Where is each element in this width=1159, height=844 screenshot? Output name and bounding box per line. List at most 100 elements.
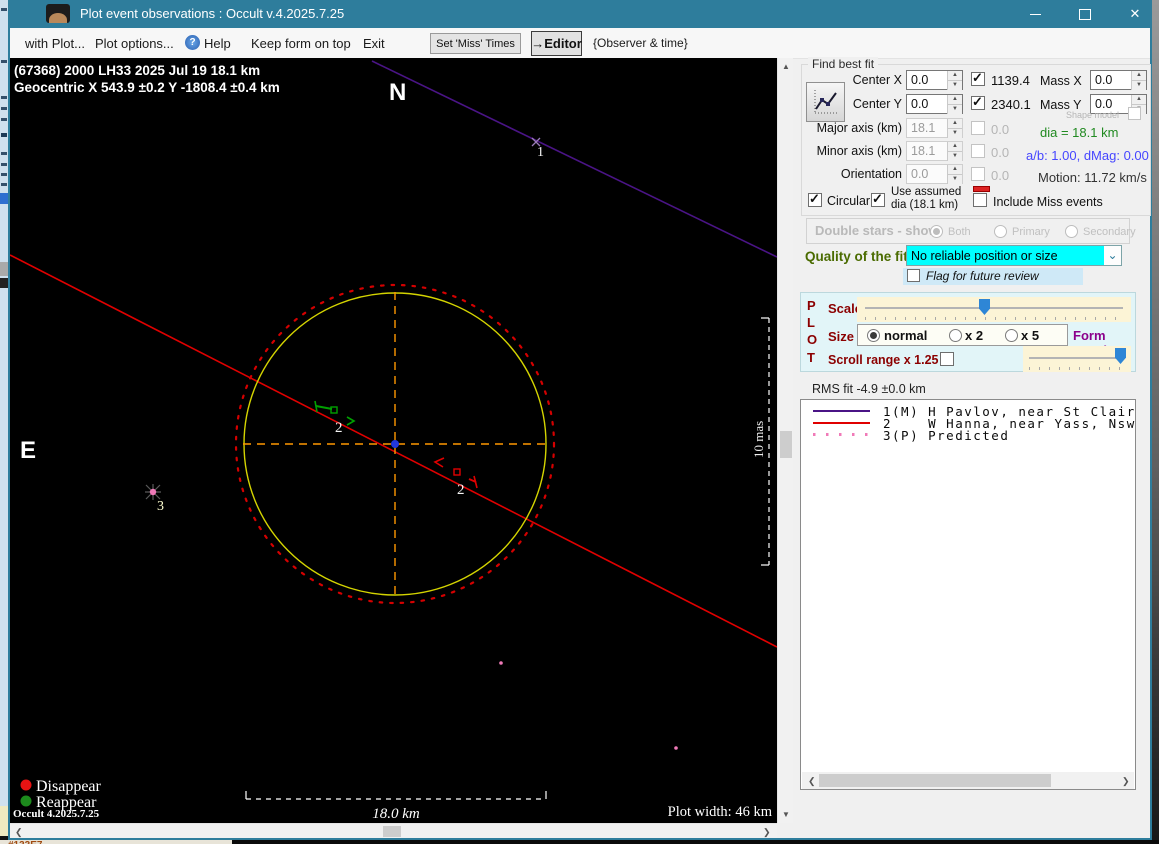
major-axis-spinner[interactable]: 18.1 ▲▼ bbox=[906, 118, 963, 138]
center-x-label: Center X bbox=[840, 73, 902, 87]
center-y-spinner[interactable]: 0.0 ▲▼ bbox=[906, 94, 963, 114]
shape-model-label: Shape model bbox=[1066, 110, 1119, 120]
include-miss-label: Include Miss events bbox=[993, 195, 1103, 209]
opacity-slider[interactable] bbox=[1023, 346, 1131, 372]
major-axis-checkbox[interactable] bbox=[971, 121, 985, 135]
sliver-mark bbox=[1, 173, 7, 176]
motion-text: Motion: 11.72 km/s bbox=[1038, 170, 1147, 185]
sliver-mark bbox=[1, 107, 7, 110]
sliver-mark bbox=[0, 262, 8, 276]
opacity-slider-thumb[interactable] bbox=[1115, 348, 1126, 364]
find-best-fit-label: Find best fit bbox=[808, 57, 878, 71]
spin-down-icon: ▼ bbox=[947, 175, 962, 184]
double-both-radio[interactable] bbox=[930, 225, 943, 238]
sliver-mark bbox=[1, 163, 7, 166]
spin-up-icon[interactable]: ▲ bbox=[1131, 71, 1146, 81]
sliver-mark bbox=[1, 133, 7, 137]
set-miss-times-button[interactable]: Set 'Miss' Times bbox=[430, 33, 521, 54]
spin-down-icon: ▼ bbox=[947, 152, 962, 161]
scroll-down-icon[interactable]: ▼ bbox=[782, 810, 790, 820]
spin-up-icon[interactable]: ▲ bbox=[1131, 95, 1146, 105]
observer-list-hscroll-thumb[interactable] bbox=[819, 774, 1051, 787]
menu-with-plot[interactable]: with Plot... bbox=[25, 36, 85, 51]
flag-review-checkbox[interactable] bbox=[907, 269, 920, 282]
x-check-value: 1139.4 bbox=[991, 73, 1030, 88]
plot-hscrollbar[interactable]: ❮ ❯ bbox=[10, 823, 777, 838]
minimize-button[interactable] bbox=[1012, 1, 1058, 27]
size-x5-radio[interactable] bbox=[1005, 329, 1018, 342]
list-item[interactable]: 3(P) Predicted bbox=[811, 429, 1131, 441]
observer-list-hscrollbar[interactable]: ❮ ❯ bbox=[802, 772, 1134, 789]
menu-plot-options[interactable]: Plot options... bbox=[95, 36, 174, 51]
editor-button[interactable]: →Editor bbox=[531, 31, 582, 56]
window-title: Plot event observations : Occult v.4.202… bbox=[80, 6, 344, 21]
quality-label: Quality of the fit bbox=[805, 249, 908, 264]
observer-list[interactable]: 1(M) H Pavlov, near St Clair 2 W Hanna, … bbox=[800, 399, 1136, 790]
include-miss-checkbox[interactable] bbox=[973, 193, 987, 207]
double-primary-radio[interactable] bbox=[994, 225, 1007, 238]
plot-title-line1: (67368) 2000 LH33 2025 Jul 19 18.1 km bbox=[14, 63, 260, 78]
quality-combobox[interactable]: No reliable position or size ⌄ bbox=[906, 245, 1122, 266]
app-icon bbox=[46, 4, 70, 23]
spin-up-icon[interactable]: ▲ bbox=[947, 95, 962, 105]
menu-keep-on-top[interactable]: Keep form on top bbox=[251, 36, 351, 51]
orientation-check-value: 0.0 bbox=[991, 168, 1009, 183]
maximize-icon bbox=[1079, 9, 1091, 20]
y-fit-checkbox[interactable]: ✓ bbox=[971, 96, 985, 110]
east-label: E bbox=[20, 437, 36, 464]
x-fit-checkbox[interactable]: ✓ bbox=[971, 72, 985, 86]
minor-check-value: 0.0 bbox=[991, 145, 1009, 160]
bottom-strip-right bbox=[232, 840, 1159, 844]
center-x-spinner[interactable]: 0.0 ▲▼ bbox=[906, 70, 963, 90]
predicted-dot bbox=[499, 661, 503, 665]
use-assumed-checkbox[interactable]: ✓ bbox=[871, 193, 885, 207]
spin-down-icon[interactable]: ▼ bbox=[1131, 81, 1146, 90]
check-icon: ✓ bbox=[972, 70, 983, 86]
scroll-left-icon[interactable]: ❮ bbox=[15, 827, 23, 837]
title-bar[interactable]: Plot event observations : Occult v.4.202… bbox=[8, 0, 1152, 28]
check-icon: ✓ bbox=[972, 94, 983, 110]
scroll-up-icon[interactable]: ▲ bbox=[782, 62, 790, 72]
plot-title-line2: Geocentric X 543.9 ±0.2 Y -1808.4 ±0.4 k… bbox=[14, 80, 280, 95]
y-check-value: 2340.1 bbox=[991, 97, 1031, 112]
mass-x-spinner[interactable]: 0.0 ▲▼ bbox=[1090, 70, 1147, 90]
close-icon: ✕ bbox=[1130, 6, 1141, 22]
chord1-line bbox=[372, 61, 777, 257]
scroll-right-icon[interactable]: ❯ bbox=[1122, 776, 1130, 786]
scroll-left-icon[interactable]: ❮ bbox=[808, 776, 816, 786]
spin-down-icon[interactable]: ▼ bbox=[947, 105, 962, 114]
size-normal-radio[interactable] bbox=[867, 329, 880, 342]
orientation-spinner[interactable]: 0.0 ▲▼ bbox=[906, 164, 963, 184]
circular-checkbox[interactable]: ✓ bbox=[808, 193, 822, 207]
scale-slider[interactable] bbox=[857, 297, 1131, 322]
maximize-button[interactable] bbox=[1062, 1, 1108, 27]
scale-slider-thumb[interactable] bbox=[979, 299, 990, 315]
scroll-right-icon[interactable]: ❯ bbox=[763, 827, 771, 837]
spin-up-icon[interactable]: ▲ bbox=[947, 71, 962, 81]
double-secondary-radio[interactable] bbox=[1065, 225, 1078, 238]
legend-disappear-dot bbox=[21, 780, 32, 791]
spin-down-icon[interactable]: ▼ bbox=[947, 81, 962, 90]
chord1-swatch bbox=[813, 410, 870, 412]
ab-dmag-text: a/b: 1.00, dMag: 0.00 bbox=[1026, 148, 1149, 163]
plot-vscrollbar[interactable]: ▲ ▼ bbox=[777, 58, 793, 823]
minor-axis-checkbox[interactable] bbox=[971, 144, 985, 158]
predicted-label: 3 bbox=[157, 499, 164, 514]
scroll-range-label: Scroll range x 1.25 bbox=[828, 353, 938, 367]
plot-hscroll-thumb[interactable] bbox=[383, 826, 401, 837]
plot-canvas[interactable]: 1 2 2 3 (67368) 2000 LH33 2025 Jul 19 18… bbox=[10, 58, 777, 823]
plot-control-panel: PLOT Scale Size normal x 2 x 5 Form opac… bbox=[800, 292, 1136, 372]
dia-text: dia = 18.1 km bbox=[1040, 125, 1118, 140]
orientation-checkbox[interactable] bbox=[971, 167, 985, 181]
spin-up-icon: ▲ bbox=[947, 119, 962, 129]
close-button[interactable]: ✕ bbox=[1112, 1, 1158, 27]
size-x2-radio[interactable] bbox=[949, 329, 962, 342]
chord2-reappear-label: 2 bbox=[335, 420, 343, 436]
menu-exit[interactable]: Exit bbox=[363, 36, 385, 51]
minor-axis-spinner[interactable]: 18.1 ▲▼ bbox=[906, 141, 963, 161]
plot-vscroll-thumb[interactable] bbox=[780, 431, 792, 458]
menu-help[interactable]: Help bbox=[204, 36, 231, 51]
scroll-range-checkbox[interactable] bbox=[940, 352, 954, 366]
shape-model-checkbox[interactable] bbox=[1128, 107, 1141, 120]
quality-dropdown-button[interactable]: ⌄ bbox=[1104, 246, 1121, 265]
